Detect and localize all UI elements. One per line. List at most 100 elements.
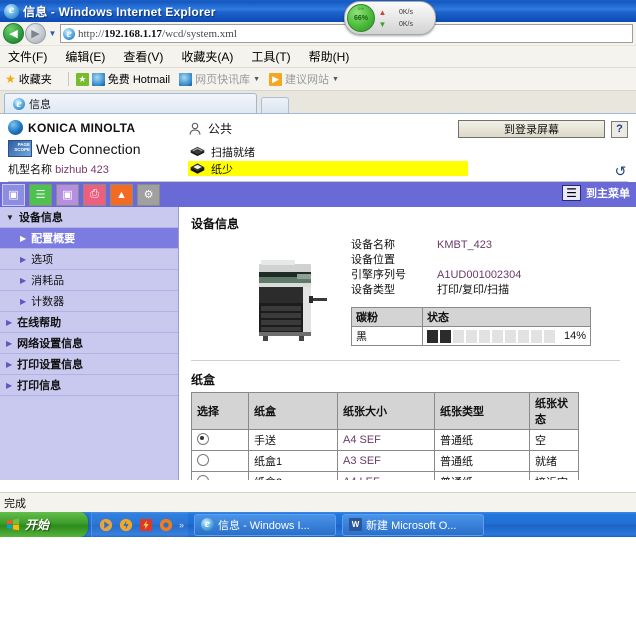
quick-launch-overflow-icon[interactable]: »	[179, 520, 184, 530]
network-icon: ⚙	[137, 183, 160, 206]
device-info-title: 设备信息	[191, 217, 240, 231]
sidebar-item-print-settings[interactable]: ▶ 打印设置信息	[0, 354, 178, 375]
favorite-webslice[interactable]: 网页快讯库 ▼	[179, 71, 260, 87]
media-player-icon[interactable]	[99, 518, 113, 532]
add-to-favorites-icon[interactable]: ★	[75, 72, 89, 86]
login-screen-button[interactable]: 到登录屏幕	[458, 120, 605, 138]
webslice-icon	[179, 72, 193, 86]
tray-radio-2[interactable]	[197, 474, 209, 480]
tray-radio-0[interactable]	[197, 432, 209, 445]
favorite-hotmail[interactable]: 免费 Hotmail	[91, 71, 171, 87]
company-name: KONICA MINOLTA	[28, 120, 136, 135]
gauge-segment	[504, 329, 516, 343]
pagescope-mark-icon: PAGE SCOPE	[8, 140, 32, 157]
browser-tab[interactable]: 信息	[4, 93, 257, 113]
sidebar-item-config-summary[interactable]: ▶ 配置概要	[0, 228, 178, 249]
scanner-icon	[190, 146, 205, 157]
sidebar-item-options[interactable]: ▶ 选项	[0, 249, 178, 270]
section-divider	[191, 360, 620, 361]
windows-flag-icon	[6, 518, 20, 531]
user-row: 公共	[188, 120, 468, 137]
tab-document[interactable]: ☰	[27, 182, 54, 207]
field-device-name: 设备名称 KMBT_423	[351, 238, 626, 253]
gauge-segment	[478, 329, 490, 343]
tray-select-cell-0[interactable]	[191, 429, 249, 451]
history-dropdown-icon[interactable]: ▼	[46, 29, 59, 38]
tray-type-0: 普通纸	[434, 429, 530, 451]
quick-launch-bar: »	[91, 512, 189, 537]
dial-percent: 66%	[353, 14, 368, 22]
sidebar-item-device-info[interactable]: ▼ 设备信息	[0, 207, 178, 228]
tab-print[interactable]: ⎙	[81, 182, 108, 207]
product-name: Web Connection	[36, 140, 141, 157]
tray-name-1: 纸盒1	[248, 450, 338, 472]
status-bar-text: 完成	[4, 497, 26, 510]
sidebar-item-online-help[interactable]: ▶ 在线帮助	[0, 312, 178, 333]
menu-tools[interactable]: 工具(T)	[251, 48, 290, 65]
menu-help[interactable]: 帮助(H)	[309, 48, 350, 65]
tray-select-cell-2[interactable]	[191, 471, 249, 480]
tray-size-0: A4 SEF	[337, 429, 435, 451]
gauge-segment	[452, 329, 464, 343]
sidebar-item-counter[interactable]: ▶ 计数器	[0, 291, 178, 312]
start-button[interactable]: 开始	[0, 512, 89, 537]
network-monitor-widget[interactable]: 0% 66% ▲ 0K/s ▼ 0K/s	[344, 1, 436, 35]
main-menu-button[interactable]: ☰ 到主菜单	[562, 185, 630, 201]
main-menu-icon: ☰	[562, 185, 581, 201]
star-icon: ★	[5, 72, 16, 86]
thunder-icon[interactable]	[119, 518, 133, 532]
sidebar-label-print-info: 打印信息	[17, 380, 62, 392]
device-fields: 设备名称 KMBT_423 设备位置 引擎序列号 A1UD001002304 设…	[351, 236, 626, 346]
field-device-name-label: 设备名称	[351, 239, 395, 251]
tray-type-2: 普通纸	[434, 471, 530, 480]
sidebar-item-network-settings[interactable]: ▶ 网络设置信息	[0, 333, 178, 354]
arrow-down-icon: ▼	[378, 19, 387, 29]
help-button[interactable]: ?	[611, 120, 628, 138]
tab-box[interactable]: ▣	[54, 182, 81, 207]
taskbar-button-word[interactable]: W 新建 Microsoft O...	[342, 513, 485, 536]
tray-header-type: 纸张类型	[434, 392, 530, 430]
status-line-scan: 扫描就绪	[188, 144, 468, 159]
sidebar-label-consumables: 消耗品	[31, 275, 65, 287]
tray-type-1: 普通纸	[434, 450, 530, 472]
browser-icon[interactable]	[159, 518, 173, 532]
menu-view[interactable]: 查看(V)	[123, 48, 163, 65]
brand-block: KONICA MINOLTA PAGE SCOPE Web Connection …	[8, 120, 178, 179]
forward-button[interactable]: ▶	[25, 23, 46, 44]
triangle-right-icon-3: ▶	[20, 275, 27, 285]
konica-globe-icon	[8, 120, 23, 135]
scan-icon: ▲	[110, 183, 133, 206]
tab-strip: 信息	[0, 91, 636, 114]
refresh-icon[interactable]: ↺	[613, 163, 628, 179]
toner-row-black: 黑 14%	[351, 326, 592, 346]
toner-header-row: 碳粉 状态	[351, 307, 592, 327]
taskbar-button-ie[interactable]: 信息 - Windows I...	[194, 513, 337, 536]
menu-favorites[interactable]: 收藏夹(A)	[181, 48, 233, 65]
tab-device-info[interactable]: ▣	[0, 182, 27, 207]
triangle-right-icon-7: ▶	[6, 359, 13, 369]
toner-gauge: 14%	[426, 329, 586, 343]
favorite-hotmail-label: 免费 Hotmail	[107, 74, 171, 86]
field-engine-serial-value: A1UD001002304	[437, 269, 522, 281]
table-row[interactable]: 纸盒2 A4 LEF 普通纸 接近空	[191, 471, 579, 480]
tray-select-cell-1[interactable]	[191, 450, 249, 472]
tab-network[interactable]: ⚙	[135, 182, 162, 207]
menu-file[interactable]: 文件(F)	[8, 48, 47, 65]
tab-scan[interactable]: ▲	[108, 182, 135, 207]
favorite-suggested-sites[interactable]: ▶ 建议网站 ▼	[269, 71, 339, 87]
table-row[interactable]: 手送 A4 SEF 普通纸 空	[191, 429, 579, 451]
sidebar-item-print-info[interactable]: ▶ 打印信息	[0, 375, 178, 396]
storm-icon[interactable]	[139, 518, 153, 532]
favorites-button[interactable]: ★ 收藏夹	[5, 71, 52, 87]
box-icon: ▣	[56, 183, 79, 206]
taskbar-button-word-label: 新建 Microsoft O...	[366, 519, 457, 532]
tray-table: 选择 纸盒 纸张大小 纸张类型 纸张状态 手送 A4 SEF 普通纸 空 纸盒1…	[191, 392, 579, 480]
table-row[interactable]: 纸盒1 A3 SEF 普通纸 就绪	[191, 450, 579, 472]
tray-radio-1[interactable]	[197, 453, 209, 466]
page-header: KONICA MINOLTA PAGE SCOPE Web Connection …	[0, 114, 636, 179]
sidebar-item-consumables[interactable]: ▶ 消耗品	[0, 270, 178, 291]
back-button[interactable]: ◀	[3, 23, 24, 44]
tray-status-0: 空	[529, 429, 579, 451]
menu-edit[interactable]: 编辑(E)	[65, 48, 105, 65]
new-tab-button[interactable]	[261, 97, 289, 113]
